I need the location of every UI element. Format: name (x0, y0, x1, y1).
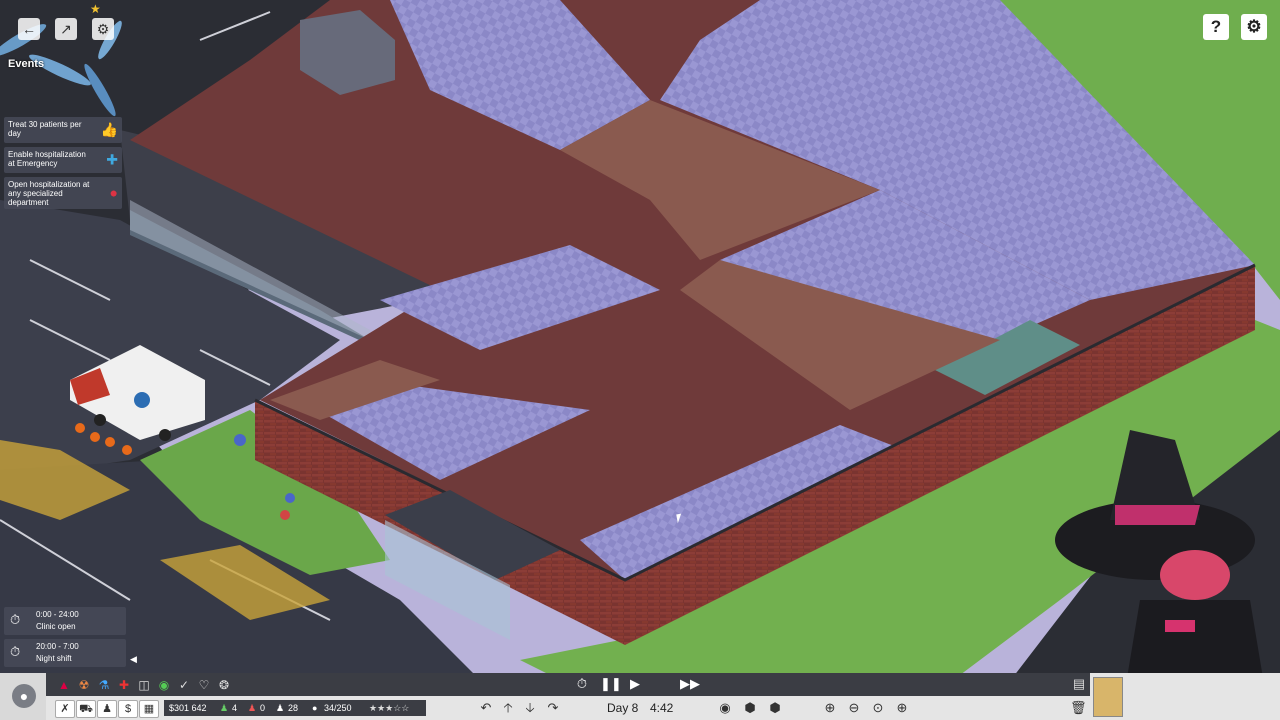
patients-count: 28 (288, 703, 299, 713)
stopwatch-icon: ⏱ (10, 644, 21, 659)
event-text: Enable hospitalization at Emergency (8, 150, 86, 168)
patient-icon: ♟ (276, 703, 285, 713)
bed-icon: ● (312, 703, 318, 713)
stopwatch-icon: ⏱ (10, 612, 21, 627)
zoom-reset-icon[interactable]: ⊙ (870, 699, 886, 717)
arrow-up-icon[interactable]: 🡡 (500, 699, 516, 717)
trash-icon[interactable]: 🗑 (1070, 699, 1087, 717)
medical-cross-icon: ✚ (106, 151, 118, 168)
money-icon[interactable]: $ (118, 700, 138, 718)
emergency-icon[interactable]: ▲ (56, 677, 72, 693)
hospital-isometric-scene[interactable] (0, 0, 1280, 720)
events-label: Events (8, 58, 45, 70)
radiation-icon[interactable]: ☢ (76, 677, 92, 693)
chart-icon[interactable]: ↗ (55, 18, 77, 40)
staff-icon[interactable]: ⚙ (92, 18, 114, 40)
rotate-right-icon[interactable]: ↷ (545, 699, 561, 717)
director-avatar[interactable]: ● (0, 673, 46, 720)
portrait-icon[interactable] (1093, 677, 1123, 717)
shift-label: Clinic open (36, 622, 76, 631)
warning-count: 0 (260, 703, 266, 713)
collapse-left-icon[interactable]: ◀ (130, 654, 137, 665)
syringe-icon[interactable]: ✓ (176, 677, 192, 693)
shift-time: 20:00 - 7:00 (36, 642, 79, 651)
ambulance-icon[interactable]: ⛟ (76, 700, 96, 718)
event-item-open-hospitalization[interactable]: Open hospitalization at any specialized … (4, 177, 122, 209)
staff-count: 4 (232, 703, 238, 713)
fast-forward-button[interactable]: ▶▶ (678, 674, 702, 694)
thumbs-up-icon: 👍 (100, 121, 118, 138)
zoom-out-icon[interactable]: ⊖ (846, 699, 862, 717)
people-icon[interactable]: ♟ (97, 700, 117, 718)
shift-night[interactable]: ⏱ 20:00 - 7:00 Night shift (4, 639, 126, 667)
cube-icon[interactable]: ⬢ (767, 699, 783, 717)
zoom-fit-icon[interactable]: ⊕ (894, 699, 910, 717)
shift-clinic-open[interactable]: ⏱ 0:00 - 24:00 Clinic open (4, 607, 126, 635)
play-button[interactable]: ▶ (626, 674, 644, 694)
arrow-down-icon[interactable]: 🡣 (522, 699, 538, 717)
tool-icon[interactable]: ✗ (55, 700, 75, 718)
staff-walking-icon: ♟ (220, 703, 229, 713)
globe-icon[interactable]: ◉ (156, 677, 172, 693)
star-icon: ★ (90, 2, 101, 16)
heart-icon[interactable]: ♡ (196, 677, 212, 693)
zoom-in-icon[interactable]: ⊕ (822, 699, 838, 717)
gear-icon: ⚙ (1246, 17, 1262, 36)
pills-icon: ● (109, 184, 118, 201)
bin-icon[interactable]: ◫ (136, 677, 152, 693)
help-button[interactable]: ? (1203, 14, 1229, 40)
eye-icon[interactable]: ◉ (717, 699, 733, 717)
person-icon: ● (12, 684, 36, 708)
capacity-value: 34/250 (324, 703, 352, 713)
first-aid-icon[interactable]: ✚ (116, 677, 132, 693)
shift-time: 0:00 - 24:00 (36, 610, 79, 619)
flask-icon[interactable]: ⚗ (96, 677, 112, 693)
settings-button[interactable]: ⚙ (1241, 14, 1267, 40)
day-label: Day 8 (607, 701, 639, 715)
event-text: Treat 30 patients per day (8, 120, 82, 138)
event-text: Open hospitalization at any specialized … (8, 180, 90, 207)
chart-bars-icon[interactable]: ▦ (139, 700, 159, 718)
event-item-treat-patients[interactable]: Treat 30 patients per day 👍 (4, 117, 122, 143)
top-left-panel: ← ↗ ⚙ ★ Events (0, 0, 135, 120)
rating-stars: ★★★☆☆ (369, 703, 410, 713)
back-arrow-icon[interactable]: ← (18, 18, 40, 40)
money-value: $301 642 (169, 703, 207, 713)
event-item-enable-hospitalization[interactable]: Enable hospitalization at Emergency ✚ (4, 147, 122, 173)
rotate-left-icon[interactable]: ↶ (478, 699, 494, 717)
stopwatch-control-icon[interactable]: ⏱ (573, 674, 591, 694)
pause-button[interactable]: ❚❚ (600, 674, 622, 694)
layer-icon[interactable]: ⬢ (742, 699, 758, 717)
time-label: 4:42 (650, 701, 674, 715)
clipboard-icon[interactable]: ▤ (1070, 674, 1088, 694)
shift-label: Night shift (36, 654, 72, 663)
warning-person-icon: ♟ (248, 703, 257, 713)
hospital-stats: $301 642 ♟ 4 ♟ 0 ♟ 28 ● 34/250 ★★★☆☆ (164, 700, 426, 716)
network-icon[interactable]: ❂ (216, 677, 232, 693)
